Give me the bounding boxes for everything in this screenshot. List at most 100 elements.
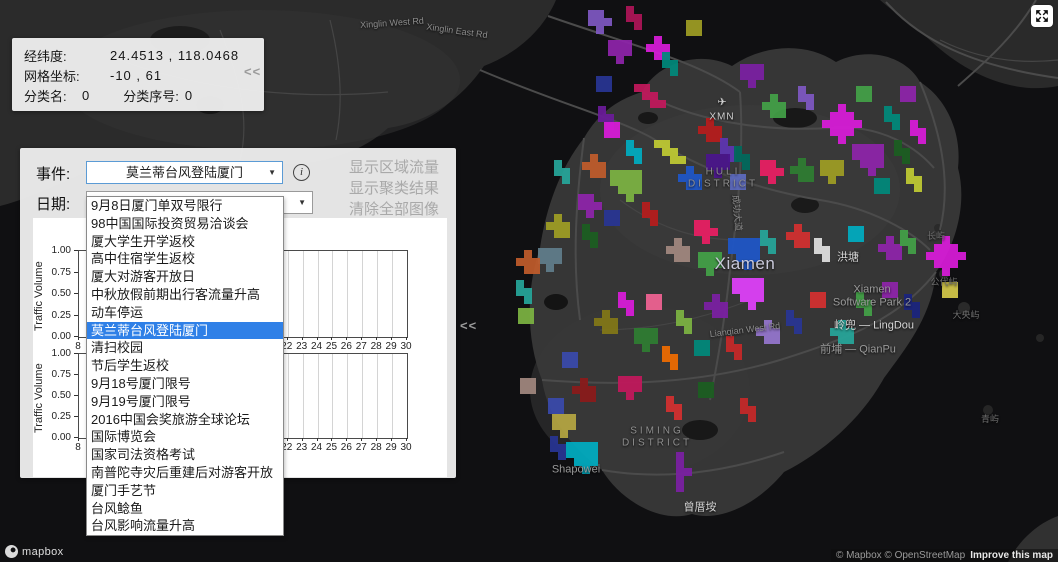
chart-xtick-mark [302,438,303,441]
chart-gridline [347,251,348,337]
chart-xtick-mark [406,438,407,441]
collapse-event-panel-button[interactable]: << [460,318,477,333]
chart-ytick-label: 0.00 [33,432,71,443]
class-value: 0 [82,88,89,103]
chart-ytick-label: 0.50 [33,390,71,401]
collapse-info-panel-button[interactable]: << [244,64,261,79]
chart-xtick-label: 28 [371,341,382,352]
event-option[interactable]: 清扫校园 [87,339,283,357]
chart-gridline [303,251,304,337]
chart-ytick-label: 1.00 [33,245,71,256]
chart-xtick-label: 29 [386,442,397,453]
chart-xtick-mark [317,438,318,441]
grid-value: -10 , 61 [110,68,162,83]
chart-xtick-mark [331,438,332,441]
show-region-traffic-button[interactable]: 显示区域流量 [349,156,439,177]
event-option[interactable]: 莫兰蒂台风登陆厦门 [87,322,283,340]
grid-row: 网格坐标: -10 , 61 [24,65,252,85]
chart-xtick-label: 30 [400,341,411,352]
chart-xtick-label: 28 [371,442,382,453]
chart-ytick-label: 1.00 [33,348,71,359]
class-label: 分类名: [24,86,76,105]
event-select[interactable]: 莫兰蒂台风登陆厦门 ▼ [86,161,283,184]
info-icon[interactable]: i [293,164,310,181]
event-option[interactable]: 节后学生返校 [87,357,283,375]
date-field-label: 日期: [36,193,70,214]
chart-gridline [332,354,333,438]
chart-xtick-mark [361,438,362,441]
chart-xtick-label: 23 [296,341,307,352]
event-option[interactable]: 台风鲶鱼 [87,500,283,518]
attribution-bar: © Mapbox © OpenStreetMap Improve this ma… [831,549,1058,562]
chart-xtick-label: 26 [341,341,352,352]
attribution-text[interactable]: © Mapbox © OpenStreetMap [836,550,965,561]
event-option[interactable]: 厦门手艺节 [87,482,283,500]
chart-gridline [303,354,304,438]
chart-xtick-label: 26 [341,442,352,453]
chart-gridline [377,251,378,337]
chart-xtick-mark [287,438,288,441]
fullscreen-button[interactable] [1031,5,1053,27]
chart-xtick-label: 30 [400,442,411,453]
chart-ytick-mark [74,416,78,417]
event-option[interactable]: 国际博览会 [87,428,283,446]
chart-xtick-label: 29 [386,341,397,352]
chart-gridline [288,354,289,438]
latlng-value: 24.4513 , 118.0468 [110,48,239,63]
mapbox-logo-icon [5,545,18,558]
chart-ytick-label: 0.00 [33,331,71,342]
class-idx-label: 分类序号: [123,86,179,105]
event-option[interactable]: 98中国国际投资贸易洽谈会 [87,215,283,233]
chart-xtick-mark [78,337,79,340]
event-option[interactable]: 9月18号厦门限号 [87,375,283,393]
event-option[interactable]: 2016中国会奖旅游全球论坛 [87,411,283,429]
clear-all-images-button[interactable]: 清除全部图像 [349,198,439,219]
chart-xtick-mark [302,337,303,340]
event-option[interactable]: 中秋放假前期出行客流量升高 [87,286,283,304]
chart-ytick-mark [74,250,78,251]
chart-ytick-mark [74,395,78,396]
chart-xtick-mark [317,337,318,340]
coordinate-info-panel: 经纬度: 24.4513 , 118.0468 网格坐标: -10 , 61 分… [12,38,264,111]
event-option[interactable]: 9月8日厦门单双号限行 [87,197,283,215]
event-option[interactable]: 南普陀寺灾后重建后对游客开放 [87,464,283,482]
chart-xtick-label: 8 [75,341,81,352]
chart-xtick-mark [78,438,79,441]
chart-xtick-label: 23 [296,442,307,453]
mapbox-logo[interactable]: mapbox [5,545,64,558]
chart-gridline [362,251,363,337]
fullscreen-icon [1035,9,1049,23]
event-option[interactable]: 厦大学生开学返校 [87,233,283,251]
chart-ytick-mark [74,374,78,375]
chart-gridline [362,354,363,438]
chart-xtick-mark [346,438,347,441]
improve-map-link[interactable]: Improve this map [970,550,1053,561]
chart-xtick-mark [391,337,392,340]
chart-xtick-mark [376,438,377,441]
chart-xtick-label: 25 [326,442,337,453]
chart-gridline [392,354,393,438]
chart-ytick-label: 0.25 [33,411,71,422]
chart-ytick-label: 0.75 [33,267,71,278]
event-option[interactable]: 厦大对游客开放日 [87,268,283,286]
chart-gridline [332,251,333,337]
show-cluster-result-button[interactable]: 显示聚类结果 [349,177,439,198]
event-option[interactable]: 台风影响流量升高 [87,517,283,535]
event-option[interactable]: 动车停运 [87,304,283,322]
mapbox-logo-text: mapbox [22,546,64,558]
event-dropdown-list[interactable]: 9月8日厦门单双号限行98中国国际投资贸易洽谈会厦大学生开学返校高中住宿学生返校… [86,196,284,536]
event-option[interactable]: 国家司法资格考试 [87,446,283,464]
chart-gridline [392,251,393,337]
event-select-value: 莫兰蒂台风登陆厦门 [126,165,243,180]
app-window: ✈XMNHULI DISTRICTXiamen洪塘Xiamen Software… [0,0,1058,562]
latlng-row: 经纬度: 24.4513 , 118.0468 [24,45,252,65]
grid-label: 网格坐标: [24,66,96,85]
chart-gridline [347,354,348,438]
chart-ytick-mark [74,293,78,294]
chart-xtick-label: 24 [311,442,322,453]
latlng-label: 经纬度: [24,46,96,65]
event-option[interactable]: 高中住宿学生返校 [87,250,283,268]
event-option[interactable]: 9月19号厦门限号 [87,393,283,411]
chart-gridline [318,251,319,337]
chart-ytick-label: 0.50 [33,288,71,299]
